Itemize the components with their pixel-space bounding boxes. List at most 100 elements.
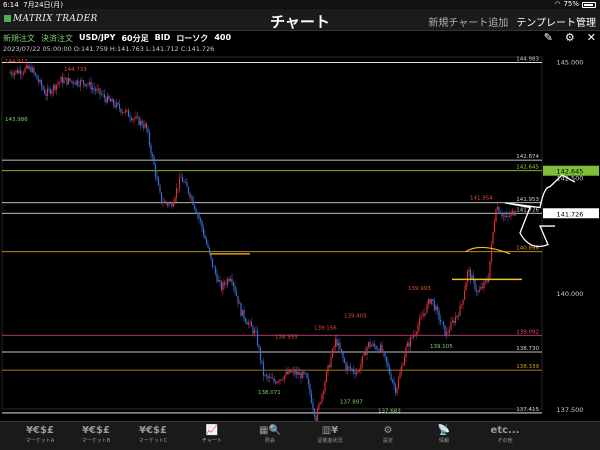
gear-icon[interactable]: ⚙ — [565, 31, 575, 44]
candle-body — [105, 97, 107, 103]
app-header: MATRIX TRADER チャート 新規チャート追加 テンプレート管理 — [0, 9, 600, 31]
candle-body — [190, 197, 193, 198]
candle-body — [357, 370, 359, 373]
horizontal-line-label: 141.953 — [516, 197, 539, 203]
pencil-icon[interactable]: ✎ — [544, 31, 553, 44]
candle-body — [195, 208, 197, 214]
candle-body — [67, 78, 70, 85]
candle-body — [114, 104, 116, 108]
candle-body — [382, 351, 385, 353]
candlestick-chart[interactable]: 144.983142.874142.645141.953141.726140.8… — [0, 53, 600, 421]
candle-body — [453, 320, 455, 324]
candle-body — [346, 366, 349, 371]
status-date: 7月24日(月) — [23, 1, 64, 9]
candle-body — [409, 337, 412, 347]
candle-body — [376, 349, 379, 350]
candle-body — [78, 84, 80, 86]
candle-body — [445, 331, 448, 336]
chart-canvas[interactable]: 144.983 142.874 142.645 141.953 141.726 140.8… — [0, 53, 600, 421]
candle-body — [403, 357, 406, 366]
horizontal-line-label: 144.983 — [516, 56, 539, 62]
candle-body — [406, 342, 409, 347]
nav-item-1[interactable]: ¥€$£ マーケットA — [10, 424, 70, 445]
candle-body — [301, 371, 304, 379]
candle-count-select[interactable]: 400 — [214, 33, 231, 44]
candle-body — [291, 371, 293, 373]
candle-body — [363, 351, 365, 356]
nav-item-9[interactable]: etc... その他 — [475, 424, 535, 445]
nav-item-7[interactable]: ⚙ 設定 — [358, 424, 418, 445]
candle-body — [217, 279, 220, 282]
candle-body — [69, 78, 71, 82]
chart-type-select[interactable]: ローソク — [176, 33, 208, 44]
template-manage-button[interactable]: テンプレート管理 — [516, 14, 596, 29]
candle-body — [361, 355, 364, 364]
settle-order-button[interactable]: 決済注文 — [41, 33, 73, 44]
close-icon[interactable]: ✕ — [587, 31, 596, 44]
candle-body — [256, 330, 259, 346]
candle-body — [70, 81, 73, 82]
candle-body — [373, 343, 376, 347]
candle-body — [213, 266, 215, 268]
candle-body — [502, 215, 505, 217]
candle-body — [33, 67, 35, 73]
candle-body — [285, 371, 287, 376]
candle-body — [318, 403, 320, 409]
candle-body — [183, 181, 185, 183]
low-label: 137.897 — [340, 399, 363, 405]
candle-body — [237, 295, 239, 304]
candle-body — [289, 369, 292, 373]
candle-body — [393, 381, 395, 385]
nav-item-4[interactable]: 📈 チャート — [182, 424, 242, 445]
candle-body — [435, 306, 437, 311]
nav-item-5[interactable]: ▦🔍 照会 — [240, 424, 300, 445]
candle-body — [111, 99, 113, 102]
y-tick-label: 137.500 — [557, 406, 584, 414]
candle-body — [204, 235, 206, 239]
candle-body — [232, 282, 235, 287]
candle-body — [216, 273, 218, 282]
candle-body — [424, 313, 427, 314]
candle-body — [448, 330, 451, 333]
nav-item-8[interactable]: 📡 情報 — [414, 424, 474, 445]
candle-body — [61, 76, 64, 84]
candle-body — [79, 79, 82, 86]
new-chart-button[interactable]: 新規チャート追加 — [428, 14, 508, 29]
candle-body — [249, 321, 251, 323]
candle-body — [412, 334, 415, 338]
new-order-button[interactable]: 新規注文 — [3, 33, 35, 44]
candle-body — [493, 221, 496, 233]
nav-item-label: チャート — [202, 438, 222, 444]
timeframe-select[interactable]: 60分足 — [121, 33, 148, 44]
candle-body — [201, 220, 203, 228]
nav-item-6[interactable]: ▥¥ 証拠金状況 — [300, 424, 360, 445]
candle-body — [454, 316, 457, 324]
candle-body — [99, 88, 101, 95]
green-price-tag: 142.645 — [557, 168, 584, 176]
candle-body — [486, 280, 488, 282]
candle-body — [480, 286, 482, 290]
candle-body — [132, 118, 134, 121]
candle-body — [159, 185, 161, 193]
candle-body — [108, 95, 110, 100]
candle-body — [345, 362, 347, 371]
candle-body — [43, 89, 46, 94]
nav-item-3[interactable]: ¥€$£ マーケットC — [123, 424, 183, 445]
nav-item-label: 設定 — [382, 438, 393, 444]
candle-body — [381, 344, 383, 352]
candle-body — [474, 279, 476, 290]
candle-body — [306, 372, 308, 379]
candle-body — [295, 371, 298, 375]
nav-item-label: 証拠金状況 — [317, 438, 343, 444]
candle-body — [300, 372, 302, 379]
candle-body — [103, 94, 106, 98]
nav-item-2[interactable]: ¥€$£ マーケットB — [66, 424, 126, 445]
currency-pair-select[interactable]: USD/JPY — [79, 33, 115, 44]
candle-body — [499, 212, 502, 215]
price-type-select[interactable]: BID — [155, 33, 171, 44]
candle-body — [309, 384, 311, 394]
horizontal-line-label: 138.339 — [516, 364, 539, 370]
candle-body — [21, 73, 23, 75]
candle-body — [87, 84, 89, 86]
candle-body — [313, 408, 316, 417]
